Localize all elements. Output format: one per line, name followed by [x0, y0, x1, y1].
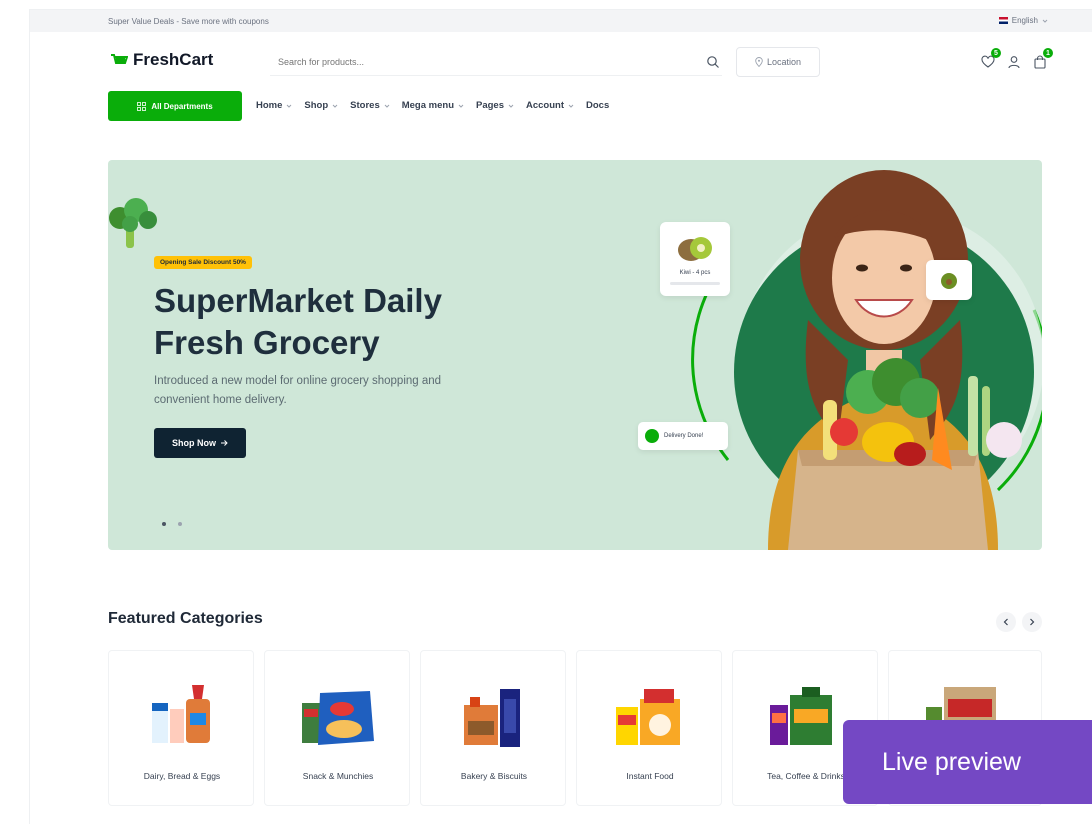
avocado-product-card[interactable] [926, 260, 972, 300]
woman-with-groceries-image [691, 170, 1042, 550]
prev-button[interactable] [996, 612, 1016, 632]
discount-pill: Opening Sale Discount 50% [154, 256, 252, 269]
dairy-products-image [152, 685, 210, 743]
carousel-dots [162, 522, 182, 526]
location-label: Location [766, 57, 802, 67]
check-icon [645, 429, 659, 443]
carousel-dot[interactable] [178, 522, 182, 526]
avocado-image [941, 273, 957, 289]
nav-label: Pages [476, 100, 504, 111]
cart-count-badge: 1 [1043, 48, 1053, 58]
storefront-page: Super Value Deals - Save more with coupo… [30, 10, 1092, 824]
rating-bar [670, 282, 720, 285]
tea-coffee-image [770, 687, 832, 745]
chevron-down-icon [568, 104, 574, 108]
carousel-dot-active[interactable] [162, 522, 166, 526]
carousel-arrows [996, 612, 1042, 632]
snacks-image [302, 691, 374, 745]
arrow-right-icon [221, 440, 228, 446]
chevron-down-icon [508, 104, 514, 108]
chevron-down-icon [332, 104, 338, 108]
nav-item-home[interactable]: Home [256, 100, 292, 111]
nav-label: Account [526, 100, 564, 111]
language-selector[interactable]: English [998, 16, 1048, 25]
kiwi-image [678, 237, 712, 261]
search-bar [270, 48, 722, 76]
hero-title: SuperMarket Daily Fresh Grocery [154, 280, 534, 364]
nav-label: Shop [304, 100, 329, 111]
kiwi-card-label: Kiwi - 4 pcs [679, 270, 711, 276]
nav-item-pages[interactable]: Pages [476, 100, 514, 111]
category-label: Dairy, Bread & Eggs [143, 771, 221, 781]
language-label: English [1011, 16, 1038, 25]
category-card[interactable]: Bakery & Biscuits [420, 650, 566, 806]
broccoli-image [109, 198, 157, 248]
category-card[interactable]: Dairy, Bread & Eggs [108, 650, 254, 806]
wishlist-count-badge: 5 [991, 48, 1001, 58]
search-input[interactable] [270, 48, 690, 76]
shop-now-label: Shop Now [172, 438, 216, 448]
nav-item-account[interactable]: Account [526, 100, 574, 111]
nav-label: Home [256, 100, 283, 111]
nav-label: Stores [350, 100, 380, 111]
category-label: Instant Food [626, 771, 674, 781]
chevron-right-icon [1030, 618, 1035, 626]
location-button[interactable]: Location [736, 47, 820, 77]
next-button[interactable] [1022, 612, 1042, 632]
nav-item-shop[interactable]: Shop [304, 100, 338, 111]
cart-logo-icon [110, 53, 128, 67]
hero-subtitle: Introduced a new model for online grocer… [154, 375, 442, 406]
map-pin-icon [755, 57, 763, 67]
shop-now-button[interactable]: Shop Now [154, 428, 246, 458]
kiwi-product-card[interactable]: Kiwi - 4 pcs [660, 222, 730, 296]
category-label: Bakery & Biscuits [460, 771, 528, 781]
nav-label: Mega menu [401, 100, 454, 111]
chevron-down-icon [287, 104, 292, 108]
search-icon[interactable] [706, 55, 720, 69]
top-bar: Super Value Deals - Save more with coupo… [30, 10, 1092, 32]
bakery-image [464, 689, 520, 747]
hero-title-line-2: Fresh Grocery [154, 324, 380, 361]
live-preview-button[interactable]: Live preview [843, 720, 1092, 804]
wishlist-button[interactable]: 5 [980, 48, 1001, 70]
brand-logo[interactable]: FreshCart [110, 50, 213, 70]
nav-item-docs[interactable]: Docs [586, 100, 609, 111]
all-departments-button[interactable]: All Departments [108, 91, 242, 121]
chevron-left-icon [1003, 618, 1008, 626]
delivery-card-label: Delivery Done! [664, 433, 704, 439]
grid-icon [137, 101, 147, 111]
chevron-down-icon [1042, 19, 1048, 23]
category-label: Snack & Munchies [302, 771, 374, 781]
all-departments-label: All Departments [151, 101, 213, 111]
chevron-down-icon [384, 104, 390, 108]
featured-categories-title: Featured Categories [108, 610, 263, 627]
cart-button[interactable]: 1 [1032, 48, 1053, 70]
header-actions: 5 1 [980, 48, 1053, 70]
account-button[interactable] [1006, 54, 1022, 70]
instant-food-image [616, 689, 680, 745]
nav-item-stores[interactable]: Stores [350, 100, 390, 111]
hero-title-line-1: SuperMarket Daily [154, 282, 442, 319]
nav-item-mega-menu[interactable]: Mega menu [402, 100, 464, 111]
uk-flag-icon [998, 17, 1008, 24]
delivery-done-card: Delivery Done! [638, 422, 728, 450]
main-nav: Home Shop Stores Mega menu Pages Account… [256, 100, 609, 111]
chevron-down-icon [458, 104, 464, 108]
hero-banner: Opening Sale Discount 50% SuperMarket Da… [108, 160, 1042, 550]
nav-label: Docs [586, 100, 610, 111]
category-card[interactable]: Snack & Munchies [264, 650, 410, 806]
promo-text: Super Value Deals - Save more with coupo… [108, 17, 269, 26]
category-card[interactable]: Instant Food [576, 650, 722, 806]
user-icon [1008, 56, 1020, 69]
brand-name: FreshCart [133, 50, 214, 69]
